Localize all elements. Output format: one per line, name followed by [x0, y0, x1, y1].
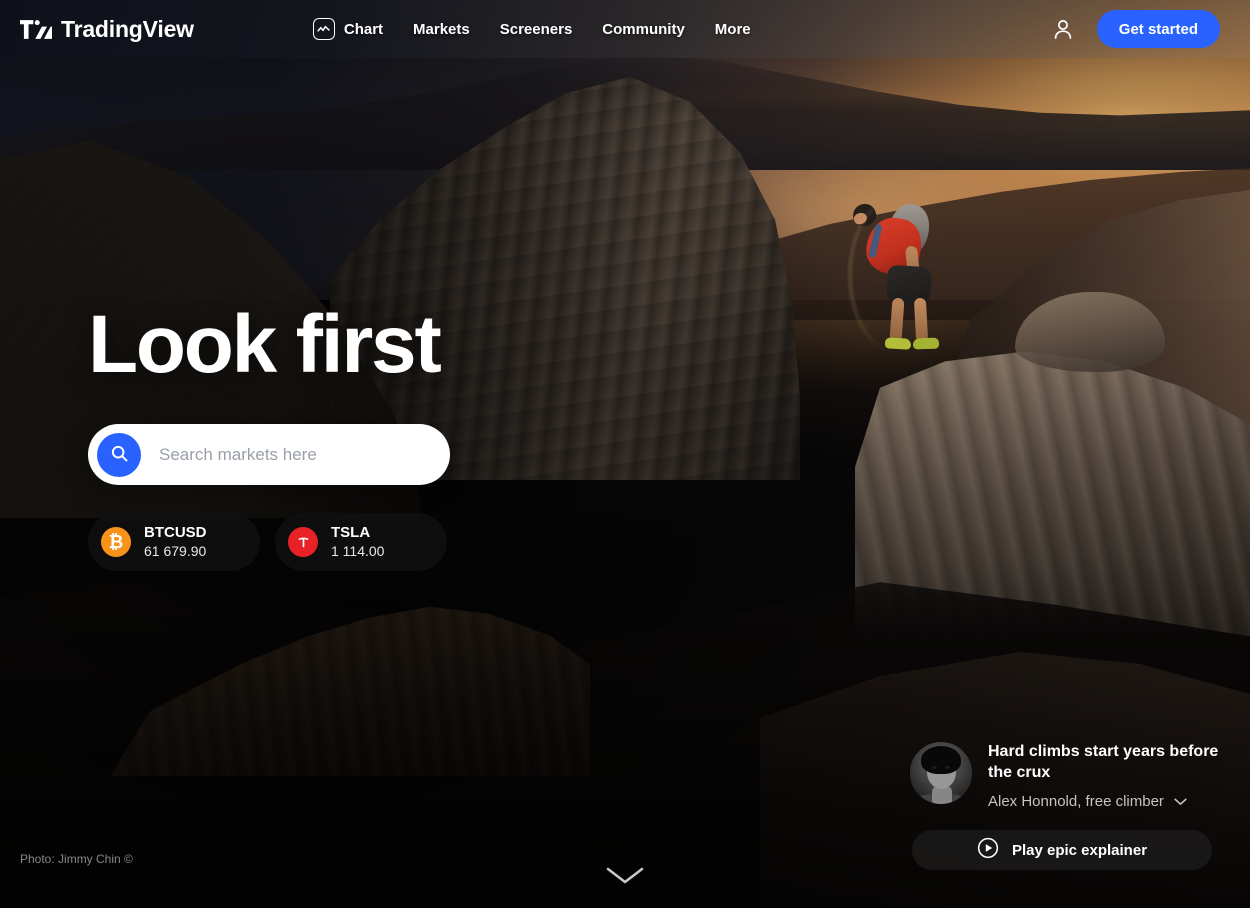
- avatar-hair: [921, 746, 961, 774]
- nav-item-markets[interactable]: Markets: [413, 21, 470, 38]
- page-title: Look first: [88, 299, 442, 390]
- search-icon: [110, 444, 129, 466]
- search-input-placeholder[interactable]: Search markets here: [159, 445, 317, 465]
- brand-logo[interactable]: TradingView: [20, 16, 194, 43]
- get-started-button[interactable]: Get started: [1096, 10, 1220, 48]
- play-explainer-button[interactable]: Play epic explainer: [912, 830, 1212, 870]
- ticker-chip-btcusd[interactable]: ₿ BTCUSD 61 679.90: [88, 513, 260, 572]
- header-actions: Get started: [1051, 10, 1220, 48]
- quote-attribution-label: Alex Honnold, free climber: [988, 792, 1164, 810]
- bitcoin-glyph: ₿: [108, 531, 124, 552]
- brand-name: TradingView: [61, 15, 194, 42]
- avatar: [910, 742, 972, 804]
- quote-card: Hard climbs start years before the crux …: [910, 742, 1228, 810]
- search-button[interactable]: [97, 432, 141, 477]
- ticker-chip-list: ₿ BTCUSD 61 679.90 TSLA 1 114.00: [88, 513, 447, 572]
- quote-text: Hard climbs start years before the crux: [988, 743, 1219, 781]
- ticker-symbol: BTCUSD: [144, 524, 207, 541]
- nav-item-chart[interactable]: Chart: [312, 18, 384, 40]
- play-explainer-label: Play epic explainer: [1011, 841, 1148, 859]
- search-bar[interactable]: Search markets here: [88, 424, 450, 485]
- avatar-eye-left: [932, 766, 937, 769]
- play-circle-icon: [977, 837, 999, 863]
- nav-label-screeners: Screeners: [499, 20, 573, 38]
- tradingview-logo-icon: [20, 19, 52, 39]
- photo-credit: Photo: Jimmy Chin ©: [20, 852, 133, 866]
- nav-item-community[interactable]: Community: [602, 21, 685, 38]
- bitcoin-icon: ₿: [101, 527, 131, 558]
- site-header: TradingView Chart Markets Screeners Comm…: [0, 0, 1250, 58]
- chart-icon: [312, 18, 335, 40]
- quote-attribution[interactable]: Alex Honnold, free climber: [988, 793, 1228, 810]
- user-icon[interactable]: [1051, 17, 1075, 41]
- nav-label-community: Community: [602, 20, 685, 38]
- main-navigation: Chart Markets Screeners Community More: [312, 18, 751, 40]
- quote-row: Hard climbs start years before the crux …: [910, 742, 1228, 810]
- nav-item-more[interactable]: More: [715, 21, 751, 38]
- chevron-down-icon: [1173, 793, 1188, 810]
- nav-label-chart: Chart: [343, 20, 384, 38]
- ticker-chip-tsla[interactable]: TSLA 1 114.00: [275, 513, 447, 572]
- ticker-price: 61 679.90: [144, 542, 207, 559]
- nav-label-more: More: [714, 20, 751, 38]
- ticker-chip-text: TSLA 1 114.00: [331, 524, 384, 560]
- ticker-price: 1 114.00: [331, 542, 385, 559]
- scroll-down-chevron-icon[interactable]: [602, 862, 648, 893]
- ticker-chip-text: BTCUSD 61 679.90: [144, 524, 207, 560]
- ticker-symbol: TSLA: [331, 524, 371, 541]
- avatar-eye-right: [945, 766, 950, 769]
- nav-item-screeners[interactable]: Screeners: [500, 21, 573, 38]
- tesla-icon: [288, 527, 318, 558]
- nav-label-markets: Markets: [413, 20, 470, 38]
- quote-body: Hard climbs start years before the crux …: [988, 742, 1228, 810]
